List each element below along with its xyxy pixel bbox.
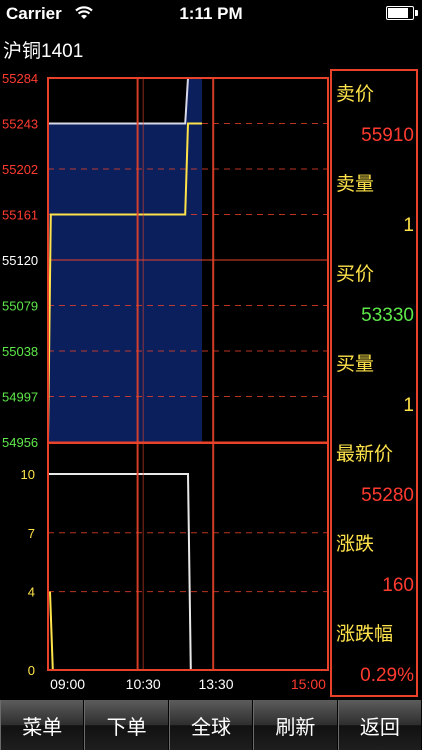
contract-title: 沪铜1401	[3, 41, 84, 62]
time-tick-label: 09:00	[50, 676, 85, 692]
quote-label: 买价	[336, 264, 375, 285]
time-tick-label: 15:00	[291, 676, 326, 692]
volume-tick-label: 0	[28, 663, 35, 678]
quote-value: 160	[382, 575, 414, 596]
average-price-line	[48, 77, 202, 125]
quote-label: 最新价	[336, 444, 394, 465]
refresh-button[interactable]: 刷新	[253, 700, 338, 750]
quote-label: 卖量	[336, 174, 375, 195]
quote-label: 涨跌幅	[336, 624, 394, 645]
time-tick-label: 13:30	[198, 676, 233, 692]
quote-value: 0.29%	[360, 665, 414, 686]
menu-button[interactable]: 菜单	[0, 700, 85, 750]
quote-panel: 卖价 55910 卖量 1 买价 53330 买量 1 最新价 55280 涨跌 160 涨跌幅 0.29…	[330, 69, 418, 697]
cumulative-volume-line	[48, 473, 202, 671]
quote-value: 53330	[361, 305, 414, 326]
status-bar: Carrier 1:11 PM	[0, 0, 422, 28]
quote-value: 1	[403, 395, 414, 416]
battery-icon	[386, 6, 418, 20]
global-button[interactable]: 全球	[168, 700, 254, 750]
price-tick-label: 55243	[2, 117, 38, 132]
quote-label: 涨跌	[336, 534, 375, 555]
intraday-chart[interactable]: 55284 55243 55202 55161 55120 55079 55038 54997…	[0, 66, 330, 698]
quote-value: 55280	[361, 485, 414, 506]
volume-tick-label: 4	[28, 585, 35, 600]
price-tick-label: 55202	[2, 162, 38, 177]
time-tick-label: 10:30	[126, 676, 161, 692]
volume-tick-label: 7	[28, 526, 35, 541]
volume-tick-label: 10	[21, 467, 35, 482]
price-tick-label: 55161	[2, 208, 38, 223]
price-tick-label: 54997	[2, 390, 38, 405]
place-order-button[interactable]: 下单	[84, 700, 169, 750]
quote-label: 买量	[336, 354, 375, 375]
price-tick-label: 55284	[2, 71, 38, 86]
price-tick-label: 54956	[2, 435, 38, 450]
quote-value: 55910	[361, 125, 414, 146]
bottom-toolbar: 菜单 下单 全球 刷新 返回	[0, 700, 422, 750]
price-tick-label: 55120	[2, 253, 38, 268]
price-chart: 55284 55243 55202 55161 55120 55079 55038 54997…	[2, 71, 328, 450]
clock: 1:11 PM	[179, 4, 243, 23]
price-tick-label: 55079	[2, 299, 38, 314]
quote-label: 卖价	[336, 84, 375, 105]
back-button[interactable]: 返回	[337, 700, 422, 750]
price-tick-label: 55038	[2, 344, 38, 359]
volume-line	[49, 591, 54, 671]
volume-chart: 10 7 4 0	[21, 467, 328, 678]
quote-value: 1	[403, 215, 414, 236]
